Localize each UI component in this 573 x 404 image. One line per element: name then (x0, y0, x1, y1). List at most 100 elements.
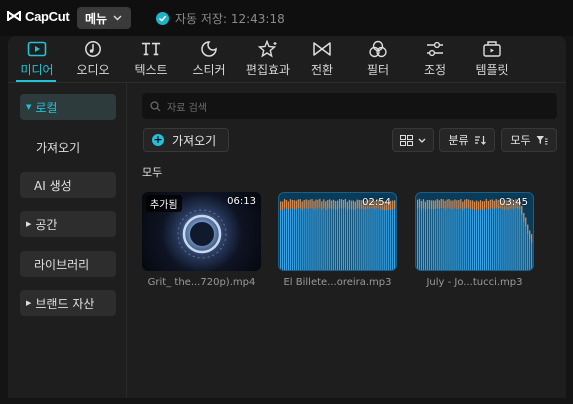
menu-button[interactable]: 메뉴 (77, 7, 131, 29)
search-input[interactable]: 자료 검색 (142, 93, 557, 119)
waveform-bar (466, 199, 468, 270)
waveform-peak (529, 230, 531, 240)
tab-transition[interactable]: 전환 (293, 36, 351, 82)
waveform-peak (281, 201, 284, 211)
waveform-bar (323, 199, 325, 270)
tab-label: 미디어 (20, 63, 54, 77)
waveform-bar (340, 199, 343, 270)
waveform-bar (333, 199, 335, 270)
tab-label: 조정 (423, 63, 447, 77)
sidebar-item-ai-generate[interactable]: AI 생성 (20, 172, 116, 198)
view-mode-button[interactable] (392, 128, 434, 152)
waveform-bar (428, 200, 430, 270)
waveform-peak (279, 201, 282, 211)
sidebar-item-local[interactable]: ▼ 로컬 (20, 94, 116, 120)
waveform-peak (458, 200, 460, 209)
funnel-icon (536, 136, 548, 145)
tab-sticker[interactable]: 스티커 (180, 36, 238, 82)
waveform-peak (335, 200, 337, 210)
sidebar-item-label: 가져오기 (36, 140, 81, 155)
filter-button[interactable]: 모두 (501, 128, 557, 152)
waveform-bar (450, 200, 452, 270)
waveform-peak (327, 200, 329, 209)
waveform-peak (309, 199, 311, 209)
sidebar-item-brand-assets[interactable]: ▶ 브랜드 자산 (20, 290, 116, 316)
waveform-bar (362, 199, 364, 270)
filter-label: 모두 (510, 134, 531, 147)
media-card-audio[interactable]: 02:54 (278, 192, 397, 271)
waveform-peak (440, 199, 442, 208)
caret-right-icon: ▶ (26, 220, 32, 228)
waveform-bar (319, 198, 321, 270)
tab-audio[interactable]: 오디오 (64, 36, 122, 82)
waveform-peak (422, 199, 425, 209)
waveform-bar (517, 199, 519, 270)
waveform-bar (434, 200, 436, 270)
waveform-bar (438, 200, 440, 270)
waveform-peak (487, 200, 489, 210)
waveform-peak (333, 199, 335, 209)
waveform-peak (329, 199, 331, 209)
waveform-bar (446, 199, 448, 270)
waveform-peak (299, 199, 301, 208)
waveform-bar (311, 199, 313, 270)
category-toolbar: 미디어 오디오 텍스트 스티커 편집효과 전환 필터 조정 템플릿 (8, 36, 566, 82)
sort-button[interactable]: 분류 (439, 128, 495, 152)
media-card-video[interactable]: 추가됨 06:13 (142, 192, 261, 271)
caret-right-icon: ▶ (26, 299, 32, 307)
tab-filter[interactable]: 필터 (349, 36, 407, 82)
duration-label: 06:13 (227, 196, 256, 207)
transition-icon (312, 40, 332, 58)
waveform-bar (289, 199, 291, 270)
tab-media[interactable]: 미디어 (8, 36, 66, 82)
waveform-peak (356, 199, 358, 209)
grid-view-icon (400, 134, 413, 146)
waveform-bar (382, 201, 384, 270)
waveform-bar (293, 200, 295, 270)
waveform-peak (477, 201, 480, 211)
waveform-peak (315, 199, 317, 209)
waveform-bar (291, 199, 293, 270)
waveform-bar (503, 201, 505, 270)
tab-effects[interactable]: 편집효과 (239, 36, 297, 82)
waveform-peak (325, 201, 327, 211)
waveform-peak (450, 200, 452, 210)
waveform-peak (452, 200, 454, 210)
sidebar-item-import[interactable]: 가져오기 (20, 134, 116, 160)
waveform-bar (297, 199, 299, 270)
tab-label: 텍스트 (134, 63, 168, 77)
waveform-bar (519, 200, 521, 270)
waveform-peak (297, 199, 299, 209)
waveform-bar (327, 200, 329, 270)
waveform-peak (295, 200, 297, 210)
waveform-peak (313, 200, 315, 210)
waveform-bar (364, 201, 366, 270)
waveform-bar (424, 201, 427, 270)
waveform-peak (350, 200, 352, 210)
waveform-bar (376, 199, 378, 270)
tab-text[interactable]: 텍스트 (122, 36, 180, 82)
waveform-peak (428, 200, 430, 209)
waveform-bar (348, 199, 350, 270)
waveform-peak (340, 199, 343, 209)
check-circle-icon (156, 12, 169, 25)
sidebar-item-library[interactable]: 라이브러리 (20, 251, 116, 277)
waveform-bar (483, 201, 486, 270)
waveform-peak (456, 200, 458, 210)
tab-adjust[interactable]: 조정 (406, 36, 464, 82)
tab-template[interactable]: 템플릿 (463, 36, 521, 82)
waveform-bar (309, 199, 311, 270)
import-button[interactable]: + 가져오기 (143, 128, 229, 152)
sidebar-item-label: 브랜드 자산 (35, 296, 95, 311)
media-card-audio[interactable]: 03:45 (415, 192, 534, 271)
menu-label: 메뉴 (85, 11, 108, 26)
waveform-bar (358, 199, 360, 270)
waveform-bar (452, 200, 454, 270)
waveform-bar (360, 200, 362, 270)
waveform-bar (390, 200, 392, 270)
sidebar-item-space[interactable]: ▶ 공간 (20, 211, 116, 237)
waveform-peak (495, 199, 497, 208)
effects-icon (258, 40, 278, 58)
waveform-peak (462, 201, 464, 211)
chevron-down-icon (113, 15, 122, 21)
